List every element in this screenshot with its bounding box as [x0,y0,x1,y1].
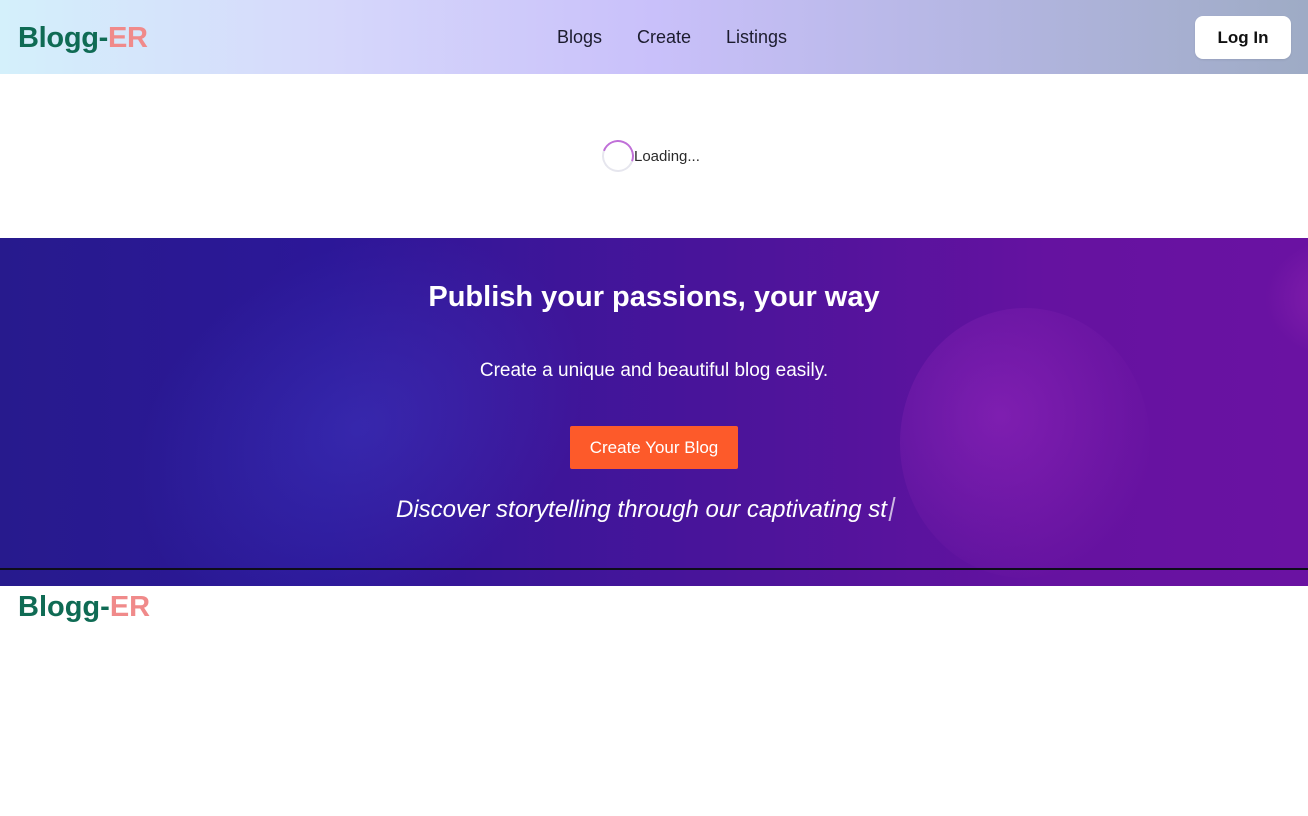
hero-section: Publish your passions, your way Create a… [0,238,1308,586]
spinner-icon [596,134,640,178]
hero-subtitle: Create a unique and beautiful blog easil… [479,360,829,381]
footer-logo-main: Blogg- [18,591,110,623]
footer-logo[interactable]: Blogg-ER [18,591,150,624]
loading-indicator: Loading... [596,134,700,178]
login-button[interactable]: Log In [1195,16,1291,59]
nav-link-listings[interactable]: Listings [726,27,787,48]
brand-logo-accent: ER [108,22,148,54]
nav-link-create[interactable]: Create [637,27,691,48]
typewriter-text: Discover storytelling through our captiv… [396,496,896,524]
create-blog-button[interactable]: Create Your Blog [570,426,738,469]
loading-text: Loading... [634,147,700,165]
navbar: Blogg-ER Blogs Create Listings Log In [0,0,1308,74]
hero-title: Publish your passions, your way [428,281,880,313]
nav-link-blogs[interactable]: Blogs [557,27,602,48]
footer-logo-accent: ER [109,591,151,623]
divider [0,568,1308,570]
typewriter-content: Discover storytelling through our captiv… [396,496,887,523]
hero-background-shape [900,308,1150,578]
text-caret [888,497,896,521]
brand-logo[interactable]: Blogg-ER [18,22,148,55]
brand-logo-main: Blogg- [18,22,109,54]
